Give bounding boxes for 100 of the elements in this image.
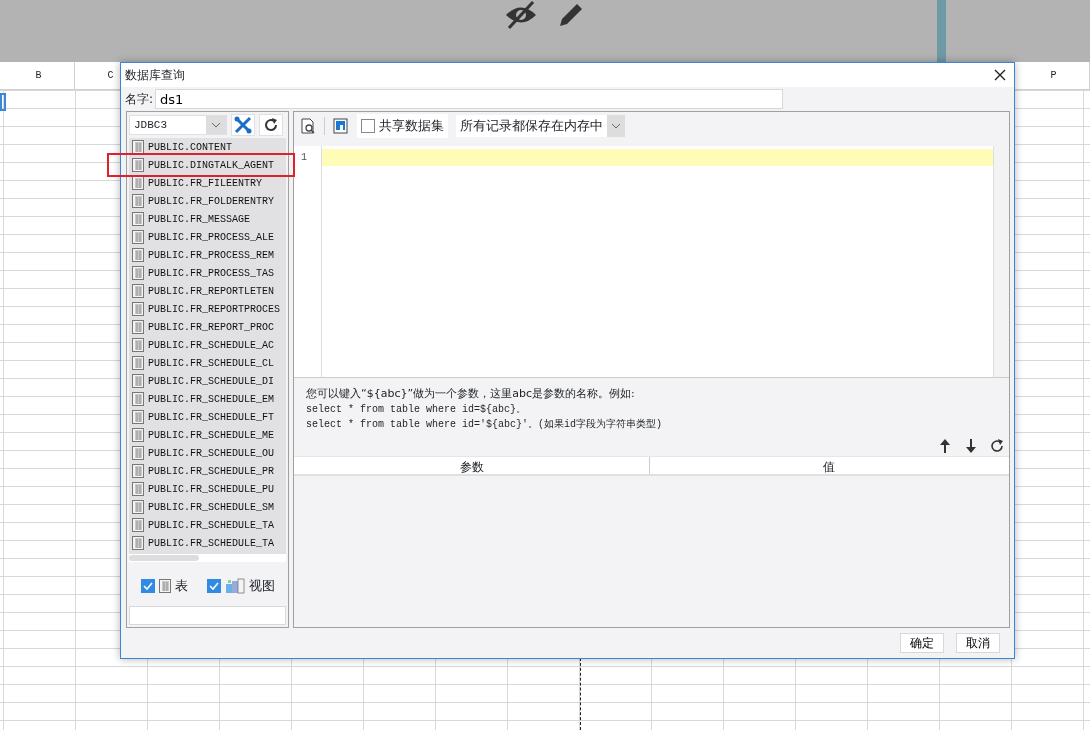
table-icon (132, 518, 144, 532)
table-item[interactable]: PUBLIC.FR_REPORTPROCES (129, 300, 286, 318)
column-header: B (3, 61, 75, 90)
table-item[interactable]: PUBLIC.FR_REPORT_PROC (129, 318, 286, 336)
caret-icon (211, 122, 221, 128)
table-icon (132, 500, 144, 514)
table-item[interactable]: PUBLIC.FR_PROCESS_REM (129, 246, 286, 264)
table-item[interactable]: PUBLIC.FR_SCHEDULE_TA (129, 516, 286, 534)
table-item[interactable]: PUBLIC.FR_SCHEDULE_PR (129, 462, 286, 480)
caret-icon (611, 123, 621, 129)
checkbox[interactable] (140, 578, 155, 593)
table-icon (132, 356, 144, 370)
name-label: 名字: (125, 91, 154, 108)
table-item[interactable]: PUBLIC.FR_SCHEDULE_ME (129, 426, 286, 444)
table-name: PUBLIC.FR_SCHEDULE_AC (148, 338, 275, 353)
preview-icon[interactable] (300, 118, 316, 134)
table-icon (132, 194, 144, 208)
table-name: PUBLIC.FR_FOLDERENTRY (148, 194, 275, 209)
table-item[interactable]: PUBLIC.DINGTALK_AGENT (129, 156, 286, 174)
table-icon (132, 446, 144, 460)
refresh-icon[interactable] (989, 438, 1005, 454)
table-icon (132, 536, 144, 550)
view-icon (224, 577, 245, 594)
table-icon (132, 374, 144, 388)
table-icon (132, 464, 144, 478)
table-icon (132, 320, 144, 334)
table-item[interactable]: PUBLIC.FR_PROCESS_TAS (129, 264, 286, 282)
table-name: PUBLIC.FR_SCHEDULE_TA (148, 536, 275, 551)
table-item[interactable]: PUBLIC.FR_SCHEDULE_CL (129, 354, 286, 372)
hint-text: select * from table where id=${abc}。 (306, 403, 528, 417)
line-number: 1 (300, 151, 307, 165)
table-item[interactable]: PUBLIC.FR_SCHEDULE_DI (129, 372, 286, 390)
dialog-button[interactable]: 确定 (900, 633, 944, 653)
sql-editor[interactable]: 1 (294, 146, 1009, 378)
table-item[interactable]: PUBLIC.FR_REPORTLETEN (129, 282, 286, 300)
settings-button[interactable] (231, 114, 255, 136)
table-name: PUBLIC.FR_SCHEDULE_PR (148, 464, 275, 479)
table-name: PUBLIC.FR_PROCESS_REM (148, 248, 275, 263)
table-icon (132, 428, 144, 442)
table-name: PUBLIC.FR_SCHEDULE_ME (148, 428, 275, 443)
hidden-eye-icon[interactable] (504, 0, 538, 30)
table-icon (132, 266, 144, 280)
storage-mode-dropdown[interactable]: 所有记录都保存在内存中 (456, 115, 625, 137)
table-name: PUBLIC.CONTENT (148, 140, 232, 155)
table-item[interactable]: PUBLIC.FR_SCHEDULE_AC (129, 336, 286, 354)
table-name: PUBLIC.FR_SCHEDULE_OU (148, 446, 275, 461)
table-icon (132, 410, 144, 424)
table-name: PUBLIC.FR_SCHEDULE_DI (148, 374, 275, 389)
column-header: 值 (822, 459, 836, 474)
table-icon (132, 338, 144, 352)
table-name: PUBLIC.FR_REPORT_PROC (148, 320, 275, 335)
table-icon (132, 176, 144, 190)
table-item[interactable]: PUBLIC.FR_SCHEDULE_PU (129, 480, 286, 498)
table-icon (132, 230, 144, 244)
table-name: PUBLIC.FR_REPORTPROCES (148, 302, 281, 317)
name-field[interactable]: ds1 (155, 89, 784, 109)
search-field[interactable] (129, 605, 286, 625)
table-item[interactable]: PUBLIC.FR_PROCESS_ALE (129, 228, 286, 246)
move-up-icon[interactable] (937, 438, 953, 454)
column-header: P (1018, 61, 1090, 90)
table-item[interactable]: PUBLIC.FR_FILEENTRY (129, 174, 286, 192)
table-item[interactable]: PUBLIC.FR_MESSAGE (129, 210, 286, 228)
table-item[interactable]: PUBLIC.FR_SCHEDULE_FT (129, 408, 286, 426)
checkbox-label: 视图 (248, 577, 275, 596)
table-item[interactable]: PUBLIC.FR_FOLDERENTRY (129, 192, 286, 210)
hint-text: select * from table where id='${abc}'。(如果id字段为字符串类型) (306, 417, 664, 432)
table-name: PUBLIC.FR_SCHEDULE_CL (148, 356, 275, 371)
refresh-icon (263, 117, 279, 133)
table-name: PUBLIC.FR_SCHEDULE_PU (148, 482, 275, 497)
table-name: PUBLIC.FR_SCHEDULE_TA (148, 518, 275, 533)
hint-text: 您可以键入“${abc}”做为一个参数，这里abc是参数的名称。例如: (306, 386, 636, 402)
dialog-button[interactable]: 取消 (956, 633, 1000, 653)
connection-dropdown[interactable]: JDBC3 (129, 115, 227, 135)
column-header: 参数 (294, 457, 650, 474)
checkbox-label: 表 (174, 577, 188, 596)
table-item[interactable]: PUBLIC.FR_SCHEDULE_SM (129, 498, 286, 516)
table-item[interactable]: PUBLIC.FR_SCHEDULE_EM (129, 390, 286, 408)
refresh-button[interactable] (259, 114, 283, 136)
share-dataset-checkbox[interactable]: 共享数据集 (357, 114, 448, 138)
table-name: PUBLIC.FR_FILEENTRY (148, 176, 263, 191)
table-item[interactable]: PUBLIC.FR_SCHEDULE_TA (129, 534, 286, 552)
table-name: PUBLIC.FR_SCHEDULE_EM (148, 392, 275, 407)
table-name: PUBLIC.FR_REPORTLETEN (148, 284, 275, 299)
table-name: PUBLIC.FR_MESSAGE (148, 212, 251, 227)
save-icon[interactable] (333, 118, 349, 134)
table-name: PUBLIC.FR_SCHEDULE_SM (148, 500, 275, 515)
selected-cell[interactable] (0, 93, 6, 111)
move-down-icon[interactable] (963, 438, 979, 454)
scrollbar[interactable] (993, 146, 1009, 377)
table-icon (132, 284, 144, 298)
checkbox[interactable] (206, 578, 221, 593)
table-name: PUBLIC.FR_PROCESS_TAS (148, 266, 275, 281)
table-icon (132, 482, 144, 496)
table-icon (132, 212, 144, 226)
table-icon (132, 302, 144, 316)
table-icon (132, 248, 144, 262)
table-item[interactable]: PUBLIC.FR_SCHEDULE_OU (129, 444, 286, 462)
table-item[interactable]: PUBLIC.CONTENT (129, 138, 286, 156)
table-icon (158, 578, 171, 593)
table-name: PUBLIC.FR_PROCESS_ALE (148, 230, 275, 245)
